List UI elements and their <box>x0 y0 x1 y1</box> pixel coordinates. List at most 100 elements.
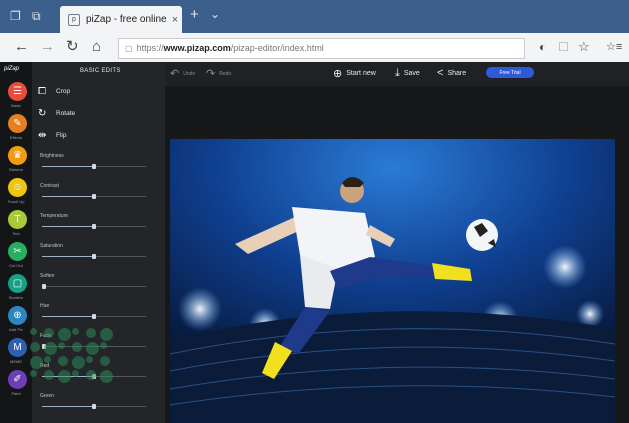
saturation-slider-label: Saturation <box>40 243 63 249</box>
rotate-button[interactable]: ↻ Rotate <box>38 108 75 119</box>
redo-button[interactable]: ↷ Redo <box>206 67 231 80</box>
watermark-dot <box>58 328 71 341</box>
reading-list-icon[interactable]: ☐ <box>558 38 569 56</box>
refresh-icon[interactable]: ↻ <box>66 38 79 56</box>
start-new-label: Start new <box>346 70 376 77</box>
undo-button[interactable]: ↶ Undo <box>170 67 195 80</box>
soften-slider-label: Soften <box>40 273 55 279</box>
watermark-dot <box>44 370 54 380</box>
undo-icon: ↶ <box>170 68 180 80</box>
tool-cut-out-label: Cut Out <box>9 263 23 268</box>
stickers-icon: ♛ <box>13 150 22 161</box>
hub-icon[interactable]: ☆≡ <box>606 38 622 56</box>
hue-slider-handle[interactable] <box>92 314 96 319</box>
watermark-dot <box>58 356 68 366</box>
tab-preview-icon[interactable]: ⧉ <box>32 9 41 24</box>
temperature-slider-handle[interactable] <box>92 224 96 229</box>
tool-borders-label: Borders <box>8 295 23 300</box>
tool-basic-label: Basic <box>11 103 21 108</box>
free-trial-label: Free Trial <box>499 69 521 76</box>
soften-slider[interactable] <box>42 284 146 289</box>
tool-text-label: Text <box>12 231 20 236</box>
tab-close-icon[interactable]: × <box>168 14 182 26</box>
pizap-favicon-icon: p <box>68 13 80 26</box>
saturation-slider-handle[interactable] <box>92 254 96 259</box>
contrast-slider[interactable] <box>42 194 146 199</box>
plus-circle-icon: ⊕ <box>333 68 343 80</box>
contrast-slider-handle[interactable] <box>92 194 96 199</box>
tool-effects-label: Effects <box>9 135 23 140</box>
effects-icon: ✎ <box>13 118 22 129</box>
url-protocol: https:// <box>136 43 164 53</box>
tool-stickers-label: Stickers <box>8 167 24 172</box>
photo-footballer[interactable] <box>170 139 615 423</box>
start-new-button[interactable]: ⊕ Start new <box>333 67 376 80</box>
save-label: Save <box>403 70 420 77</box>
watermark-dots <box>0 320 140 420</box>
rotate-label: Rotate <box>56 110 76 117</box>
hue-slider[interactable] <box>42 314 146 319</box>
crop-label: Crop <box>56 88 71 95</box>
hue-slider-label: Hue <box>40 303 50 309</box>
watermark-dot <box>44 356 51 363</box>
watermark-dot <box>58 370 71 383</box>
url-path: /pizap-editor/index.html <box>230 43 324 53</box>
back-icon[interactable]: ← <box>14 38 29 56</box>
saturation-slider-fill <box>42 256 94 257</box>
temperature-slider[interactable] <box>42 224 146 229</box>
tool-borders-button[interactable]: ▢ <box>8 274 27 293</box>
watermark-dot <box>44 328 54 338</box>
address-bar[interactable]: ▢ https://www.pizap.com/pizap-editor/inde… <box>118 38 525 59</box>
text-icon: T <box>14 214 21 225</box>
watermark-dot <box>44 342 57 355</box>
tool-touch-up-button[interactable]: ☺ <box>8 178 27 197</box>
forward-icon[interactable]: → <box>40 38 55 56</box>
download-icon: ⤓ <box>395 67 400 79</box>
pizap-logo: piZap <box>4 66 20 72</box>
crop-icon: ⧠ <box>38 86 46 97</box>
reader-view-icon[interactable]: ◐ <box>539 38 546 56</box>
soften-slider-handle[interactable] <box>42 284 47 289</box>
new-tab-icon[interactable]: + <box>190 6 199 23</box>
tool-effects-button[interactable]: ✎ <box>8 114 27 133</box>
tool-stickers-button[interactable]: ♛ <box>8 146 27 165</box>
tool-cut-out-button[interactable]: ✂ <box>8 242 27 261</box>
redo-label: Redo <box>219 70 232 77</box>
brightness-slider[interactable] <box>42 164 146 169</box>
tool-basic-button[interactable]: ☰ <box>8 82 27 101</box>
share-button[interactable]: < Share <box>437 67 466 79</box>
save-button[interactable]: ⤓ Save <box>395 67 420 80</box>
undo-label: Undo <box>183 70 196 77</box>
crop-button[interactable]: ⧠ Crop <box>38 86 70 97</box>
touch-up-icon: ☺ <box>12 182 23 193</box>
watermark-dot <box>30 328 37 335</box>
tab-actions-icon[interactable]: ❐ <box>10 9 21 23</box>
tab-title: piZap - free online pho <box>86 14 168 25</box>
saturation-slider[interactable] <box>42 254 146 259</box>
basic-icon: ☰ <box>13 86 22 97</box>
rotate-icon: ↻ <box>38 108 47 119</box>
tab-menu-icon[interactable]: ⌄ <box>210 7 220 21</box>
watermark-dot <box>30 342 40 352</box>
flip-button[interactable]: ⇹ Flip <box>38 130 66 141</box>
watermark-dot <box>30 356 43 369</box>
free-trial-button[interactable]: Free Trial <box>486 67 534 78</box>
contrast-slider-fill <box>42 196 94 197</box>
watermark-dot <box>100 328 113 341</box>
lock-icon: ▢ <box>125 44 133 53</box>
tool-touch-up-label: Touch Up <box>7 199 25 204</box>
watermark-dot <box>100 370 113 383</box>
temperature-slider-label: Temperature <box>40 213 69 219</box>
share-label: Share <box>447 69 467 77</box>
redo-icon: ↷ <box>206 68 216 80</box>
watermark-dot <box>58 342 65 349</box>
tool-text-button[interactable]: T <box>8 210 27 229</box>
url-host: www.pizap.com <box>163 43 231 53</box>
browser-tab[interactable]: p piZap - free online pho × <box>60 6 182 33</box>
favorite-star-icon[interactable]: ☆ <box>578 38 590 56</box>
brightness-slider-handle[interactable] <box>92 164 96 169</box>
home-icon[interactable]: ⌂ <box>92 38 101 56</box>
borders-icon: ▢ <box>12 278 23 289</box>
watermark-dot <box>100 356 110 366</box>
panel-title: BASIC EDITS <box>80 68 121 74</box>
